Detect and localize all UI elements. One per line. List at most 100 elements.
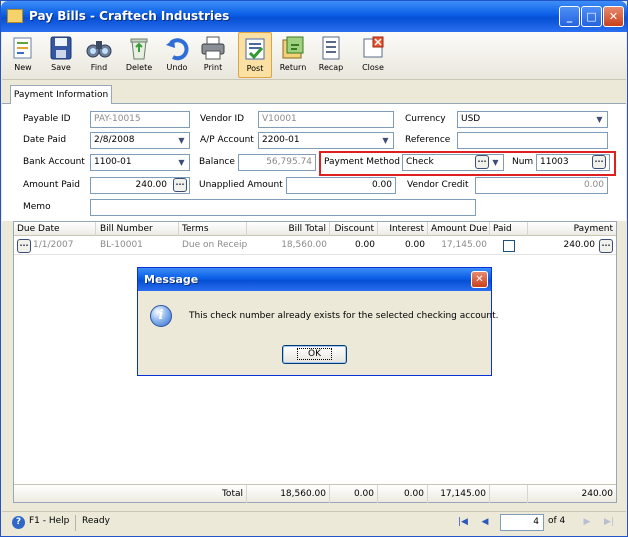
first-page-icon[interactable]: |◀ bbox=[456, 515, 470, 530]
payable-id-label: Payable ID bbox=[23, 114, 71, 124]
col-due-date[interactable]: Due Date bbox=[14, 222, 96, 236]
ellipsis-icon[interactable]: ··· bbox=[592, 155, 606, 169]
new-button[interactable]: New bbox=[6, 32, 40, 78]
bank-account-label: Bank Account bbox=[23, 157, 85, 167]
cell-discount[interactable]: 0.00 bbox=[330, 237, 378, 254]
ellipsis-icon[interactable]: ··· bbox=[475, 155, 489, 169]
chevron-down-icon[interactable]: ▼ bbox=[379, 134, 392, 147]
chevron-down-icon[interactable]: ▼ bbox=[175, 134, 188, 147]
date-paid-label: Date Paid bbox=[23, 135, 67, 145]
currency-select[interactable]: USD ▼ bbox=[457, 111, 608, 128]
close-button[interactable]: Close bbox=[356, 32, 390, 78]
col-bill-total[interactable]: Bill Total bbox=[247, 222, 330, 236]
post-button[interactable]: Post bbox=[238, 32, 272, 78]
title-bar[interactable]: Pay Bills - Craftech Industries _ □ ✕ bbox=[1, 1, 627, 32]
tab-payment-information[interactable]: Payment Information bbox=[10, 85, 112, 105]
new-icon bbox=[13, 37, 32, 59]
cell-terms[interactable]: Due on Receip bbox=[179, 237, 247, 254]
footer-payment: 240.00 bbox=[581, 489, 614, 499]
vendor-id-field[interactable]: V10001 bbox=[258, 111, 394, 128]
ok-button[interactable]: OK bbox=[282, 345, 347, 364]
help-icon[interactable]: ? bbox=[12, 516, 25, 529]
col-amount-due[interactable]: Amount Due bbox=[428, 222, 490, 236]
recycle-bin-icon bbox=[130, 38, 148, 60]
ellipsis-icon[interactable]: ··· bbox=[599, 239, 613, 253]
col-bill-number[interactable]: Bill Number bbox=[96, 222, 179, 236]
close-window-button[interactable]: ✕ bbox=[603, 6, 624, 27]
currency-value: USD bbox=[461, 114, 481, 124]
payment-form: Payable ID PAY-10015 Vendor ID V10001 Cu… bbox=[2, 104, 626, 221]
paid-checkbox[interactable] bbox=[503, 240, 515, 252]
dialog-message: This check number already exists for the… bbox=[189, 311, 499, 321]
chevron-down-icon[interactable]: ▼ bbox=[593, 113, 606, 126]
ellipsis-icon[interactable]: ··· bbox=[17, 239, 31, 253]
memo-label: Memo bbox=[23, 202, 51, 212]
unapplied-amount-field[interactable]: 0.00 bbox=[286, 177, 396, 194]
window-title: Pay Bills - Craftech Industries bbox=[29, 9, 230, 23]
pay-bills-window: Pay Bills - Craftech Industries _ □ ✕ Ne… bbox=[0, 0, 628, 537]
undo-button[interactable]: Undo bbox=[160, 32, 194, 78]
col-discount[interactable]: Discount bbox=[330, 222, 378, 236]
return-icon bbox=[282, 36, 304, 59]
cell-bill-total[interactable]: 18,560.00 bbox=[247, 237, 330, 254]
save-button[interactable]: Save bbox=[44, 32, 78, 78]
information-icon: i bbox=[150, 305, 172, 327]
payment-method-label: Payment Method bbox=[324, 157, 401, 167]
previous-page-icon[interactable]: ◀ bbox=[478, 515, 492, 530]
footer-amount-due: 17,145.00 bbox=[428, 485, 490, 503]
bank-account-select[interactable]: 1100-01 ▼ bbox=[90, 154, 190, 171]
payable-id-field[interactable]: PAY-10015 bbox=[90, 111, 190, 128]
cell-payment[interactable]: 240.00 bbox=[528, 237, 598, 254]
unapplied-amount-label: Unapplied Amount bbox=[199, 180, 283, 190]
find-button[interactable]: Find bbox=[82, 32, 116, 78]
chevron-down-icon[interactable]: ▼ bbox=[489, 156, 502, 169]
cell-due-date[interactable]: 1/1/2007 bbox=[30, 237, 96, 254]
amount-paid-field[interactable]: 240.00 ··· bbox=[90, 177, 190, 194]
balance-field[interactable]: 56,795.74 bbox=[238, 154, 316, 171]
memo-field[interactable] bbox=[90, 199, 476, 216]
footer-discount: 0.00 bbox=[330, 485, 378, 503]
next-page-icon[interactable]: ▶ bbox=[580, 515, 594, 530]
cell-bill-number[interactable]: BL-10001 bbox=[96, 237, 179, 254]
vendor-credit-field[interactable]: 0.00 bbox=[475, 177, 608, 194]
footer-bill-total: 18,560.00 bbox=[247, 485, 330, 503]
cell-interest[interactable]: 0.00 bbox=[378, 237, 428, 254]
undo-arrow-icon bbox=[166, 38, 189, 61]
num-field[interactable]: 11003 ··· bbox=[536, 154, 610, 171]
date-paid-value: 2/8/2008 bbox=[94, 135, 135, 145]
dialog-title: Message bbox=[144, 273, 199, 286]
close-form-icon bbox=[363, 36, 384, 58]
print-button[interactable]: Print bbox=[196, 32, 230, 78]
last-page-icon[interactable]: ▶| bbox=[602, 515, 616, 530]
ellipsis-icon[interactable]: ··· bbox=[173, 178, 187, 192]
ap-account-select[interactable]: 2200-01 ▼ bbox=[258, 132, 394, 149]
reference-label: Reference bbox=[405, 135, 451, 145]
delete-button[interactable]: Delete bbox=[120, 32, 158, 78]
printer-icon bbox=[201, 36, 225, 60]
status-text: Ready bbox=[82, 516, 110, 526]
toolbar: New Save Find Delete Undo Print Post Ret… bbox=[2, 32, 626, 80]
dialog-title-bar[interactable]: Message ✕ bbox=[138, 268, 491, 291]
chevron-down-icon[interactable]: ▼ bbox=[175, 156, 188, 169]
binoculars-icon bbox=[86, 41, 112, 58]
dialog-close-button[interactable]: ✕ bbox=[471, 271, 488, 288]
maximize-button[interactable]: □ bbox=[581, 6, 602, 27]
col-terms[interactable]: Terms bbox=[179, 222, 247, 236]
return-button[interactable]: Return bbox=[276, 32, 310, 78]
status-separator bbox=[75, 515, 76, 531]
col-paid[interactable]: Paid bbox=[490, 222, 528, 236]
reference-field[interactable] bbox=[457, 132, 608, 149]
recap-button[interactable]: Recap bbox=[314, 32, 348, 78]
page-number-input[interactable]: 4 bbox=[500, 514, 544, 531]
payment-method-value: Check bbox=[406, 157, 434, 167]
help-label[interactable]: F1 - Help bbox=[29, 516, 69, 526]
bank-account-value: 1100-01 bbox=[94, 157, 132, 167]
ok-label: OK bbox=[297, 348, 332, 360]
col-interest[interactable]: Interest bbox=[378, 222, 428, 236]
minimize-button[interactable]: _ bbox=[559, 6, 580, 27]
cell-amount-due[interactable]: 17,145.00 bbox=[428, 237, 490, 254]
currency-label: Currency bbox=[405, 114, 446, 124]
col-payment[interactable]: Payment bbox=[528, 222, 616, 236]
payment-method-select[interactable]: Check ··· ▼ bbox=[402, 154, 504, 171]
date-paid-field[interactable]: 2/8/2008 ▼ bbox=[90, 132, 190, 149]
